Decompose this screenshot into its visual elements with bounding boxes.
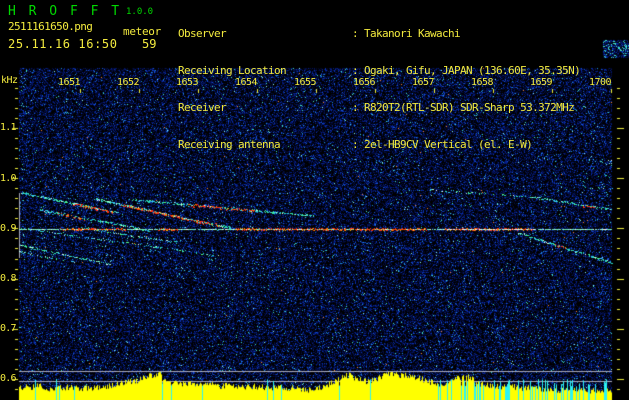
info-separator: :: [352, 101, 359, 115]
time-label: 1700: [588, 77, 612, 88]
info-separator: :: [352, 138, 359, 152]
freq-label: 0.6: [0, 373, 16, 384]
freq-label: 0.9: [0, 223, 16, 234]
info-separator: :: [352, 64, 359, 78]
app-title: H R O F F T: [8, 4, 122, 19]
time-label: 1651: [57, 77, 81, 88]
observation-datetime: 25.11.16 16:50: [8, 37, 118, 51]
time-label: 1658: [470, 77, 494, 88]
time-label: 1657: [411, 77, 435, 88]
info-row-observer: Observer: Takanori Kawachi: [178, 26, 580, 40]
station-info: Observer: Takanori Kawachi Receiving Loca…: [178, 3, 581, 177]
time-label: 1652: [116, 77, 140, 88]
info-row-antenna: Receiving antenna:2el-HB9CV Vertical (el…: [178, 138, 580, 152]
output-filename: 2511161650.png: [8, 20, 93, 33]
info-label: Receiving antenna: [178, 138, 281, 152]
time-label: 1656: [352, 77, 376, 88]
echo-count: 59: [142, 37, 157, 51]
time-label: 1653: [175, 77, 199, 88]
info-value: 2el-HB9CV Vertical (el. E-W): [364, 138, 533, 152]
time-label: 1659: [529, 77, 553, 88]
time-label: 1655: [293, 77, 317, 88]
freq-axis-unit-label: kHz: [1, 75, 18, 86]
info-value: Ogaki, Gifu, JAPAN (136.60E, 35.35N): [364, 64, 581, 78]
info-label: Receiving Location: [178, 64, 287, 78]
info-label: Observer: [178, 26, 227, 40]
app-version: 1.0.0: [126, 7, 154, 17]
info-value: Takanori Kawachi: [364, 26, 461, 40]
freq-label: 1.0: [0, 173, 16, 184]
freq-label: 0.7: [0, 323, 16, 334]
info-label: Receiver: [178, 101, 227, 115]
freq-label: 0.8: [0, 273, 16, 284]
hrofft-window: H R O F F T 1.0.0 2511161650.png meteor …: [0, 0, 629, 400]
freq-label: 1.1: [0, 122, 16, 133]
info-separator: :: [352, 26, 359, 40]
info-row-receiver: Receiver: R820T2(RTL-SDR) SDR-Sharp 53.37…: [178, 101, 580, 115]
info-row-location: Receiving Location: Ogaki, Gifu, JAPAN (1…: [178, 64, 581, 78]
time-label: 1654: [234, 77, 258, 88]
info-value: R820T2(RTL-SDR) SDR-Sharp 53.372MHz: [364, 101, 575, 115]
